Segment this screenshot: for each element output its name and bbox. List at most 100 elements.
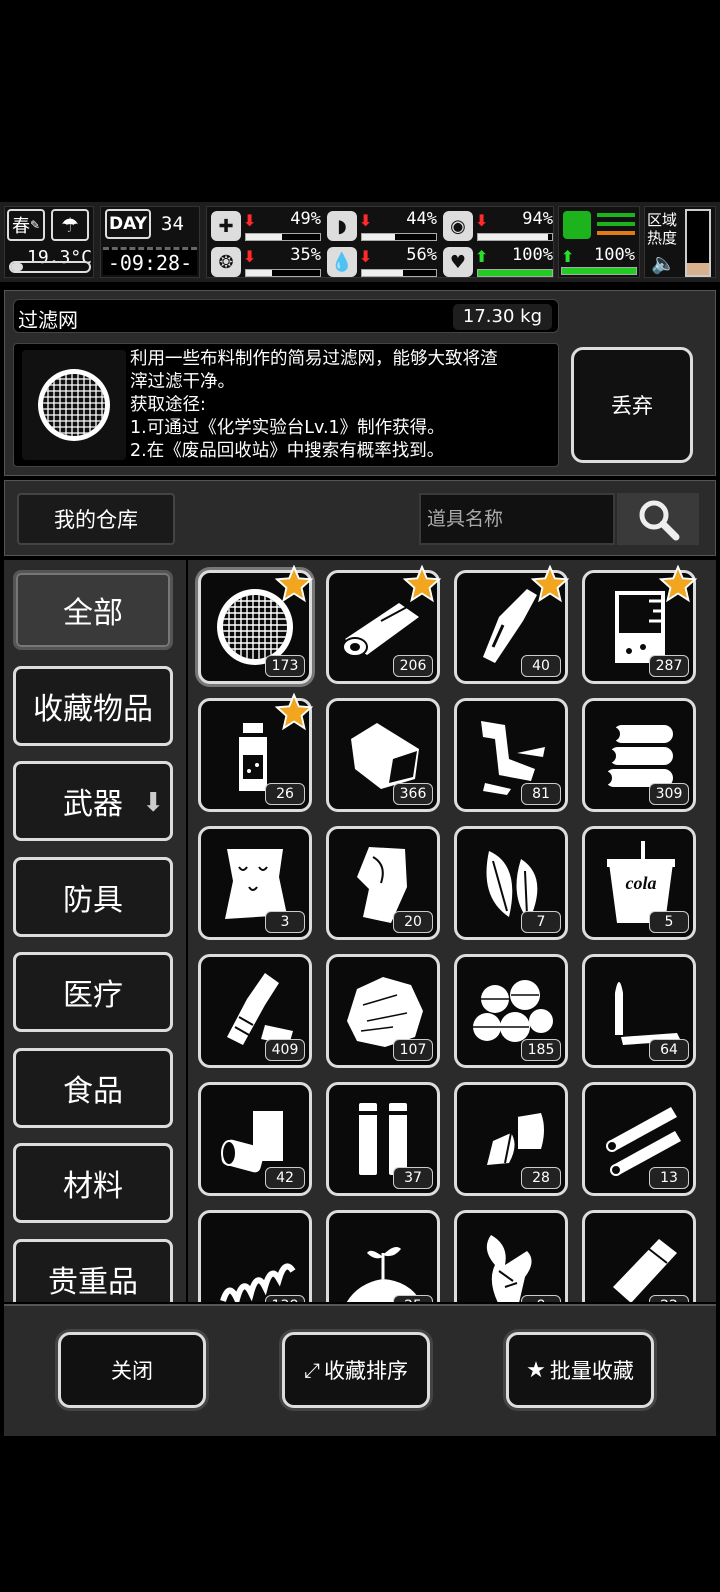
- item-slot[interactable]: 20: [326, 826, 440, 940]
- batch-favorite-label: 批量收藏: [549, 1359, 634, 1383]
- warehouse-title: 我的仓库: [17, 493, 175, 545]
- category-label: 收藏物品: [33, 691, 153, 727]
- zone-heat-meter: [685, 209, 711, 277]
- description-line: 利用一些布料制作的简易过滤网，能够大致将渣: [130, 349, 498, 369]
- description-line: 1.可通过《化学实验台Lv.1》制作获得。: [130, 418, 445, 438]
- item-weight: 17.30 kg: [452, 304, 552, 330]
- stat-percent: 94%: [522, 209, 553, 229]
- category-label: 防具: [63, 882, 123, 918]
- item-slot[interactable]: 37: [326, 1082, 440, 1196]
- category-tab[interactable]: 收藏物品: [13, 665, 173, 746]
- sort-favorites-button[interactable]: ⤢ 收藏排序: [282, 1332, 430, 1408]
- discard-button[interactable]: 丢弃: [571, 347, 693, 463]
- category-tab[interactable]: 医疗: [13, 952, 173, 1032]
- category-tab[interactable]: 全部: [13, 570, 173, 650]
- item-count: 20: [393, 911, 433, 933]
- stamina-lines: [597, 213, 635, 240]
- item-count: 42: [265, 1167, 305, 1189]
- category-tab[interactable]: 武器 ⬇: [13, 761, 173, 841]
- batch-favorite-button[interactable]: ★ 批量收藏: [506, 1332, 654, 1408]
- item-slot[interactable]: 138: [198, 1210, 312, 1302]
- item-count: 287: [649, 655, 689, 677]
- season-label: 春: [11, 216, 30, 237]
- item-count: 107: [393, 1039, 433, 1061]
- item-count: 185: [521, 1039, 561, 1061]
- item-count: 409: [265, 1039, 305, 1061]
- item-description-box: 利用一些布料制作的简易过滤网，能够大致将渣 滓过滤干净。 获取途径: 1.可通过…: [13, 343, 559, 467]
- item-slot[interactable]: 42: [198, 1082, 312, 1196]
- vital-stats-panel: ✚ ⬇ 49% ◗ ⬇ 44% ◉ ⬇ 94% ❂ ⬇ 35% 💧 ⬇ 56% ♥ ⬆ 100%: [206, 206, 554, 278]
- item-slot[interactable]: cola 5: [582, 826, 696, 940]
- thermometer-icon: [9, 261, 91, 273]
- quill-icon: ✎: [29, 218, 41, 232]
- spring-icon: [220, 1263, 296, 1302]
- item-count: 26: [265, 783, 305, 805]
- stat-stomach: ◗ ⬇ 44%: [327, 209, 439, 243]
- item-slot[interactable]: 22: [582, 1210, 696, 1302]
- item-slot[interactable]: 13: [582, 1082, 696, 1196]
- category-tab[interactable]: 材料: [13, 1143, 173, 1223]
- item-count: 8: [521, 1295, 561, 1302]
- item-count: 81: [521, 783, 561, 805]
- category-tab[interactable]: 贵重品: [13, 1238, 173, 1302]
- soil-sprout-icon: [346, 1247, 422, 1302]
- item-slot[interactable]: 3: [198, 826, 312, 940]
- item-count: 22: [649, 1295, 689, 1302]
- stat-percent: 56%: [406, 245, 437, 265]
- item-count: 5: [649, 911, 689, 933]
- warehouse-header: 我的仓库: [4, 480, 716, 556]
- season-badge: 春 ✎: [7, 209, 45, 241]
- item-count: 37: [393, 1167, 433, 1189]
- water-drop-icon: 💧: [327, 247, 357, 277]
- stat-water-drop: 💧 ⬇ 56%: [327, 245, 439, 279]
- item-slot[interactable]: 287: [582, 565, 697, 684]
- svg-text:cola: cola: [626, 873, 657, 893]
- stat-heart: ♥ ⬆ 100%: [443, 245, 555, 279]
- trend-up-icon: ⬆: [561, 247, 575, 266]
- item-slot[interactable]: 64: [582, 954, 696, 1068]
- item-slot[interactable]: 185: [454, 954, 568, 1068]
- clock-time: -09:28-: [103, 247, 197, 275]
- speaker-icon[interactable]: 🔈: [651, 251, 676, 275]
- category-label: 食品: [63, 1073, 123, 1109]
- item-count: 366: [393, 783, 433, 805]
- item-count: 138: [265, 1295, 305, 1302]
- item-slot[interactable]: 206: [326, 565, 441, 684]
- star-icon: [531, 565, 569, 603]
- item-description: 利用一些布料制作的简易过滤网，能够大致将渣 滓过滤干净。 获取途径: 1.可通过…: [130, 348, 556, 463]
- category-label: 贵重品: [48, 1264, 138, 1300]
- description-line: 2.在《废品回收站》中搜索有概率找到。: [130, 441, 445, 461]
- item-slot[interactable]: 81: [454, 698, 568, 812]
- item-slot[interactable]: 173: [198, 565, 313, 684]
- search-button[interactable]: [617, 493, 699, 545]
- stomach-icon: ◗: [327, 211, 357, 241]
- close-button[interactable]: 关闭: [58, 1332, 206, 1408]
- arrow-down-icon: ⬇: [142, 788, 164, 818]
- category-tab[interactable]: 食品: [13, 1047, 173, 1128]
- item-slot[interactable]: 8: [454, 1210, 568, 1302]
- item-slot[interactable]: 107: [326, 954, 440, 1068]
- category-label: 武器: [63, 787, 123, 822]
- item-slot[interactable]: 40: [454, 565, 569, 684]
- trend-down-icon: ⬇: [243, 211, 257, 230]
- category-tab[interactable]: 防具: [13, 856, 173, 937]
- item-slot[interactable]: 25: [326, 1210, 440, 1302]
- item-slot[interactable]: 409: [198, 954, 312, 1068]
- item-slot[interactable]: 26: [198, 693, 313, 812]
- item-search-input[interactable]: [419, 493, 615, 545]
- item-count: 309: [649, 783, 689, 805]
- item-count: 25: [393, 1295, 433, 1302]
- item-thumbnail: [22, 350, 126, 460]
- stamina-panel: ⬆ 100%: [558, 206, 640, 278]
- item-count: 173: [265, 655, 305, 677]
- item-count: 206: [393, 655, 433, 677]
- item-slot[interactable]: 366: [326, 698, 440, 812]
- trend-up-icon: ⬆: [475, 247, 489, 266]
- item-slot[interactable]: 7: [454, 826, 568, 940]
- item-slot[interactable]: 28: [454, 1082, 568, 1196]
- zone-heat-panel[interactable]: 区域热度 🔈: [644, 206, 716, 278]
- item-detail-panel: 过滤网 17.30 kg 利用一些布料制作的简易过滤网，能够大致将渣 滓过滤干净…: [4, 290, 716, 476]
- item-name: 过滤网: [18, 308, 78, 332]
- item-slot[interactable]: 309: [582, 698, 696, 812]
- close-button-label: 关闭: [111, 1359, 153, 1383]
